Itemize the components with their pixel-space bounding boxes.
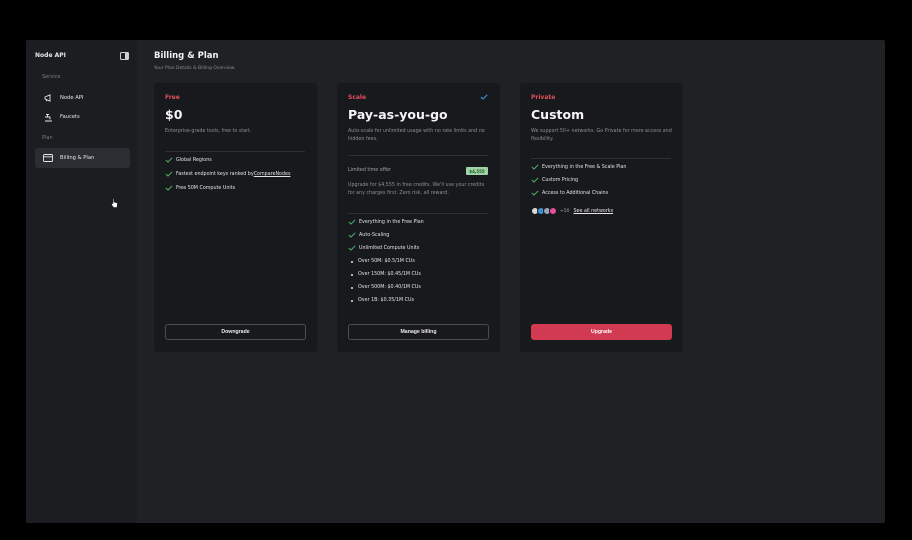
sidebar-item-label: Node API — [60, 95, 84, 101]
offer-badge: $4,555 — [466, 167, 488, 175]
networks-more-count: +50 — [560, 208, 570, 214]
divider — [165, 151, 305, 152]
check-icon — [165, 185, 173, 191]
pricing-tier-label: Over 1B: $0.35/1M CUs — [358, 298, 414, 303]
feature-label: Custom Pricing — [542, 177, 579, 183]
feature-label: Everything in the Free & Scale Plan — [542, 164, 627, 170]
card-icon — [43, 153, 53, 163]
feature-item: Access to Additional Chains — [531, 190, 608, 196]
feature-item: Custom Pricing — [531, 177, 578, 183]
check-icon — [531, 164, 539, 170]
sidebar-section-service: Service — [42, 74, 61, 80]
divider — [348, 213, 488, 214]
feature-item: Global Regions — [165, 157, 212, 163]
feature-item: Auto-Scaling — [348, 232, 389, 238]
sidebar-item-billing[interactable]: Billing & Plan — [35, 148, 130, 168]
plan-tier: Free — [165, 94, 180, 101]
plan-card-scale: Scale Pay-as-you-go Auto-scale for unlim… — [337, 83, 500, 352]
feature-label: Everything in the Free Plan — [359, 219, 424, 225]
feature-item: Everything in the Free Plan — [348, 219, 424, 225]
check-icon — [348, 245, 356, 251]
feature-label: Global Regions — [176, 157, 212, 163]
sidebar: Node API Service Node API Faucets Plan B… — [26, 40, 137, 523]
check-icon — [348, 219, 356, 225]
page-subtitle: Your Plan Details & Billing Overview. — [154, 66, 236, 71]
plan-description: We support 50+ networks. Go Private for … — [531, 129, 672, 142]
page-title: Billing & Plan — [154, 51, 219, 61]
sidebar-item-node-api[interactable]: Node API — [35, 88, 130, 108]
feature-label: Free 50M Compute Units — [176, 185, 236, 191]
offer-text: Upgrade for $4,555 in free credits. We'l… — [348, 183, 485, 196]
feature-item: Unlimited Compute Units — [348, 245, 419, 251]
upgrade-button[interactable]: Upgrade — [531, 324, 672, 340]
network-logos: +50 See all networks — [531, 207, 613, 215]
sidebar-section-plan: Plan — [42, 135, 53, 141]
sidebar-item-label: Faucets — [60, 114, 80, 120]
plan-description: Enterprise-grade tools, free to start. — [165, 129, 252, 134]
pricing-tier-label: Over 500M: $0.40/1M CUs — [358, 285, 421, 290]
divider — [531, 158, 671, 159]
pricing-tier-item: Over 50M: $0.5/1M CUs — [351, 259, 415, 264]
feature-item: Free 50M Compute Units — [165, 185, 235, 191]
check-icon — [165, 157, 173, 163]
pricing-tier-label: Over 150M: $0.45/1M CUs — [358, 272, 421, 277]
sidebar-item-faucets[interactable]: Faucets — [35, 107, 130, 127]
feature-label: Access to Additional Chains — [542, 190, 609, 196]
megaphone-icon — [43, 93, 53, 103]
network-logo-icon — [549, 207, 557, 215]
divider — [348, 155, 488, 156]
plan-card-private: Private Custom We support 50+ networks. … — [520, 83, 683, 352]
sidebar-toggle-icon[interactable] — [120, 52, 129, 60]
main-content: Billing & Plan Your Plan Details & Billi… — [137, 40, 885, 523]
comparenodes-link[interactable]: CompareNodes — [254, 172, 291, 177]
feature-label: Unlimited Compute Units — [359, 245, 420, 251]
feature-item: Everything in the Free & Scale Plan — [531, 164, 626, 170]
bullet-icon — [351, 260, 353, 263]
check-icon — [531, 190, 539, 196]
pricing-tier-item: Over 500M: $0.40/1M CUs — [351, 285, 421, 290]
mouse-cursor-icon — [111, 198, 118, 208]
sidebar-item-label: Billing & Plan — [60, 155, 95, 161]
pricing-tier-item: Over 1B: $0.35/1M CUs — [351, 298, 414, 303]
check-icon — [348, 232, 356, 238]
bullet-icon — [351, 286, 353, 289]
faucet-icon — [43, 112, 53, 122]
plan-price: Custom — [531, 107, 585, 122]
plan-description: Auto-scale for unlimited usage with no r… — [348, 129, 485, 142]
bullet-icon — [351, 299, 353, 302]
pricing-tier-label: Over 50M: $0.5/1M CUs — [358, 259, 415, 264]
selected-check-icon — [480, 94, 488, 100]
feature-label: Auto-Scaling — [359, 232, 390, 238]
plan-tier: Private — [531, 94, 556, 101]
feature-label: Fastest endpoint keys ranked by — [176, 171, 254, 177]
downgrade-button[interactable]: Downgrade — [165, 324, 306, 340]
plan-price: $0 — [165, 107, 183, 122]
app-window: Node API Service Node API Faucets Plan B… — [26, 40, 885, 523]
plan-price: Pay-as-you-go — [348, 107, 448, 122]
see-all-networks-link[interactable]: See all networks — [574, 209, 614, 214]
manage-billing-button[interactable]: Manage billing — [348, 324, 489, 340]
check-icon — [165, 171, 173, 177]
pricing-tier-item: Over 150M: $0.45/1M CUs — [351, 272, 421, 277]
sidebar-title: Node API — [35, 52, 66, 59]
check-icon — [531, 177, 539, 183]
plan-card-free: Free $0 Enterprise-grade tools, free to … — [154, 83, 317, 352]
plan-tier: Scale — [348, 94, 367, 101]
feature-item: Fastest endpoint keys ranked by CompareN… — [165, 171, 290, 177]
bullet-icon — [351, 273, 353, 276]
